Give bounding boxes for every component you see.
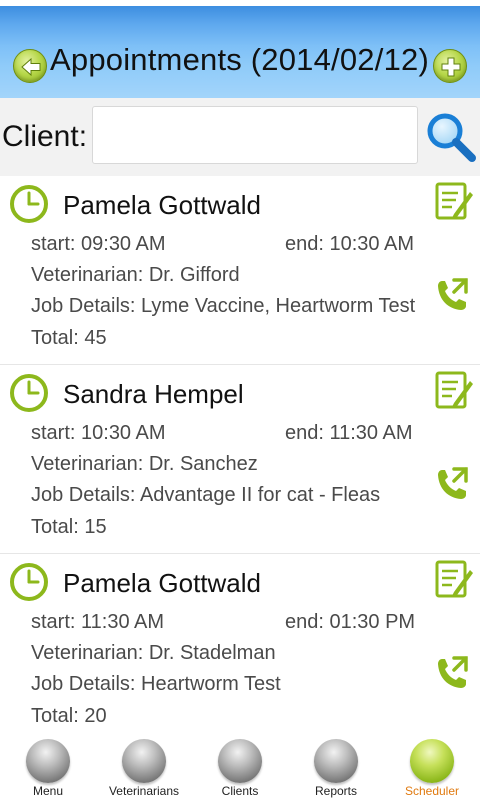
nav-label: Veterinarians <box>108 784 180 798</box>
appointment-total: Total: 20 <box>31 705 107 727</box>
app-header: Appointments (2014/02/12) <box>0 0 480 98</box>
clock-icon <box>10 563 48 601</box>
appointment-start: start: 10:30 AM <box>31 422 166 444</box>
appointment-start: start: 09:30 AM <box>31 233 166 255</box>
veterinarians-ball-icon <box>122 739 166 783</box>
appointment-veterinarian: Veterinarian: Dr. Sanchez <box>31 453 258 475</box>
magnifier-icon[interactable] <box>424 110 478 164</box>
appointment-item[interactable]: Pamela Gottwald start: 11:30 AM end: 01:… <box>0 554 480 743</box>
clock-icon <box>10 374 48 412</box>
scheduler-ball-icon <box>410 739 454 783</box>
nav-item-reports[interactable]: Reports <box>288 735 384 800</box>
nav-label: Clients <box>221 784 259 798</box>
appointment-total: Total: 15 <box>31 516 107 538</box>
edit-note-icon[interactable] <box>434 180 474 222</box>
back-arrow-icon[interactable] <box>13 49 47 83</box>
appointment-item[interactable]: Sandra Hempel start: 10:30 AM end: 11:30… <box>0 365 480 554</box>
phone-call-icon[interactable] <box>432 465 472 505</box>
nav-item-menu[interactable]: Menu <box>0 735 96 800</box>
appointment-job-details: Job Details: Heartworm Test <box>31 673 281 695</box>
client-label: Client: <box>2 120 88 153</box>
nav-item-scheduler[interactable]: Scheduler <box>384 735 480 800</box>
nav-label: Scheduler <box>404 784 460 798</box>
clients-ball-icon <box>218 739 262 783</box>
appointment-list: Pamela Gottwald start: 09:30 AM end: 10:… <box>0 176 480 743</box>
appointment-veterinarian: Veterinarian: Dr. Gifford <box>31 264 240 286</box>
clock-icon <box>10 185 48 223</box>
phone-call-icon[interactable] <box>432 276 472 316</box>
nav-item-clients[interactable]: Clients <box>192 735 288 800</box>
appointment-client-name: Pamela Gottwald <box>63 190 261 220</box>
appointment-veterinarian: Veterinarian: Dr. Stadelman <box>31 642 276 664</box>
appointment-end: end: 10:30 AM <box>285 233 414 255</box>
plus-icon[interactable] <box>433 49 467 83</box>
phone-call-icon[interactable] <box>432 654 472 694</box>
appointment-end: end: 01:30 PM <box>285 611 416 633</box>
nav-item-veterinarians[interactable]: Veterinarians <box>96 735 192 800</box>
bottom-navigation: Menu Veterinarians Clients Reports Sched… <box>0 735 480 800</box>
appointment-total: Total: 45 <box>31 327 107 349</box>
edit-note-icon[interactable] <box>434 369 474 411</box>
appointment-client-name: Sandra Hempel <box>63 379 244 409</box>
edit-note-icon[interactable] <box>434 558 474 600</box>
client-search-bar: Client: <box>0 98 480 176</box>
reports-ball-icon <box>314 739 358 783</box>
menu-ball-icon <box>26 739 70 783</box>
page-title: Appointments (2014/02/12) <box>50 42 429 77</box>
appointment-end: end: 11:30 AM <box>285 422 413 444</box>
appointment-job-details: Job Details: Advantage II for cat - Flea… <box>31 484 381 506</box>
appointment-start: start: 11:30 AM <box>31 611 165 633</box>
client-search-input[interactable] <box>92 106 418 164</box>
nav-label: Menu <box>32 784 64 798</box>
appointment-client-name: Pamela Gottwald <box>63 568 261 598</box>
nav-label: Reports <box>314 784 358 798</box>
appointment-item[interactable]: Pamela Gottwald start: 09:30 AM end: 10:… <box>0 176 480 365</box>
appointment-job-details: Job Details: Lyme Vaccine, Heartworm Tes… <box>31 295 416 317</box>
